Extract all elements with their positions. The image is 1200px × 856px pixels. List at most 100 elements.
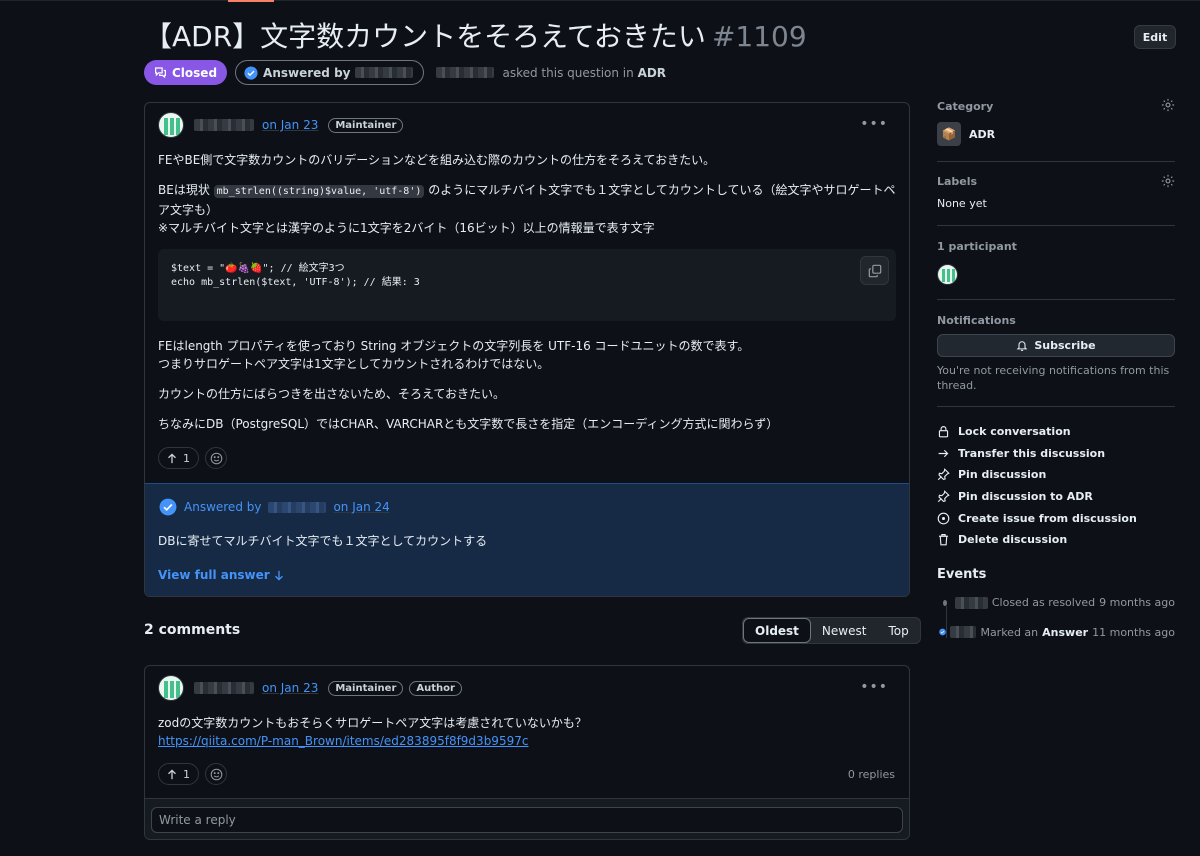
add-reaction-button[interactable] [205, 763, 227, 785]
check-circle-icon [939, 628, 946, 636]
smiley-icon [210, 452, 222, 464]
discussion-header: 【ADR】文字数カウントをそろえておきたい #1109 Edit [144, 18, 1176, 58]
answered-badge[interactable]: Answered by [235, 60, 425, 85]
reaction-row: 1 [158, 763, 227, 785]
redacted-username[interactable] [194, 682, 254, 694]
paragraph: FEはlength プロパティを使っており String オブジェクトの文字列長… [158, 339, 750, 371]
answer-header: Answered by on Jan 24 [159, 498, 390, 516]
check-circle-icon [244, 65, 258, 80]
redacted-username[interactable] [436, 67, 495, 78]
sidebar-category: Category 📦 ADR [937, 97, 1175, 162]
upvote-button[interactable]: 1 [158, 763, 199, 785]
paragraph: カウントの仕方にばらつきを出さないため、そろえておきたい。 [158, 387, 506, 401]
pin-discussion-to-category-action[interactable]: Pin discussion to ADR [937, 486, 1175, 508]
events-timeline: Closed as resolved 9 months ago Marked a… [937, 596, 1175, 639]
redacted-username[interactable] [954, 596, 988, 609]
subscribe-button[interactable]: Subscribe [937, 334, 1175, 357]
answer-date[interactable]: on Jan 24 [333, 500, 389, 514]
inline-code: mb_strlen((string)$value, 'utf-8') [213, 185, 425, 198]
paragraph: BEは現状 mb_strlen((string)$value, 'utf-8')… [158, 183, 896, 235]
lock-icon [938, 426, 949, 438]
paragraph: ちなみにDB（PostgreSQL）ではCHAR、VARCHARとも文字数で長さ… [158, 417, 779, 431]
event-item: Marked an Answer 11 months ago [937, 625, 1175, 639]
post-body: FEやBE側で文字数カウントのバリデーションなどを組み込む際のカウントの仕方をそ… [158, 151, 896, 445]
answer-text: DBに寄せてマルチバイト文字でも１文字としてカウントする [158, 534, 488, 548]
participant-avatar[interactable] [937, 264, 958, 285]
edit-button[interactable]: Edit [1134, 25, 1176, 49]
sidebar-events: Events Closed as resolved 9 months ago M… [937, 567, 1175, 639]
discussion-closed-icon [155, 67, 166, 79]
reply-input[interactable] [151, 807, 903, 833]
reply-area [145, 798, 909, 839]
paragraph: FEやBE側で文字数カウントのバリデーションなどを組み込む際のカウントの仕方をそ… [158, 153, 716, 167]
sidebar-participants: 1 participant [937, 226, 1175, 300]
page-title: 【ADR】文字数カウントをそろえておきたい #1109 [144, 20, 807, 53]
replies-count: 0 replies [847, 768, 895, 781]
copy-button[interactable] [860, 256, 889, 285]
issue-opened-icon [937, 512, 950, 525]
arrow-up-icon [168, 768, 176, 779]
top-border [0, 0, 1200, 1]
bell-icon [1016, 341, 1028, 351]
discussion-post: on Jan 23 Maintainer ••• FEやBE側で文字数カウントの… [144, 102, 910, 597]
discussion-meta: Closed Answered by asked this question i… [144, 60, 666, 85]
comment-header: on Jan 23 Maintainer Author ••• [158, 674, 896, 702]
check-circle-icon [159, 498, 177, 516]
comment-link[interactable]: https://qiita.com/P-man_Brown/items/ed28… [158, 734, 528, 748]
active-tab-indicator [228, 0, 274, 2]
code-block: $text = "🍅🍇🍓"; // 絵文字3つ echo mb_strlen($… [158, 249, 896, 321]
event-dot-icon [943, 599, 947, 606]
gear-icon[interactable] [1161, 174, 1175, 188]
comment-body: zodの文字数カウントもおそらくサロゲートペア文字は考慮されていないかも？ ht… [158, 716, 587, 748]
reaction-row: 1 [158, 447, 227, 469]
delete-discussion-action[interactable]: Delete discussion [937, 529, 1175, 551]
sidebar: Category 📦 ADR Labels None yet 1 partici… [937, 97, 1175, 639]
redacted-username [355, 67, 414, 78]
sidebar-labels: Labels None yet [937, 162, 1175, 226]
arrow-up-icon [168, 452, 176, 463]
event-item: Closed as resolved 9 months ago [937, 596, 1175, 609]
post-header: on Jan 23 Maintainer ••• [158, 111, 896, 139]
sort-oldest[interactable]: Oldest [743, 618, 811, 643]
avatar[interactable] [158, 112, 184, 138]
arrow-right-icon [938, 449, 949, 458]
transfer-discussion-action[interactable]: Transfer this discussion [937, 443, 1175, 465]
answer-section: Answered by on Jan 24 DBに寄せてマルチバイト文字でも１文… [145, 483, 909, 596]
lock-conversation-action[interactable]: Lock conversation [937, 421, 1175, 443]
avatar[interactable] [158, 675, 184, 701]
sort-top[interactable]: Top [877, 618, 919, 643]
redacted-username[interactable] [950, 626, 977, 638]
copy-icon [868, 264, 881, 277]
author-badge: Author [409, 680, 462, 696]
smiley-icon [210, 768, 222, 780]
category-item[interactable]: 📦 ADR [937, 122, 1175, 146]
sort-newest[interactable]: Newest [811, 618, 878, 643]
category-emoji-icon: 📦 [937, 122, 961, 146]
pin-discussion-action[interactable]: Pin discussion [937, 464, 1175, 486]
comment-date[interactable]: on Jan 23 [262, 681, 318, 695]
category-link[interactable]: ADR [638, 66, 667, 80]
view-full-answer-link[interactable]: View full answer [158, 568, 284, 582]
arrow-down-icon [274, 570, 283, 581]
redacted-username[interactable] [268, 501, 327, 513]
asked-text: asked this question in ADR [502, 65, 667, 80]
maintainer-badge: Maintainer [328, 117, 404, 133]
upvote-button[interactable]: 1 [158, 447, 199, 469]
comments-count: 2 comments [144, 622, 241, 638]
status-badge: Closed [144, 60, 228, 85]
sort-toggle: Oldest Newest Top [742, 617, 921, 644]
kebab-horizontal-icon[interactable]: ••• [860, 679, 888, 695]
sidebar-actions: Lock conversation Transfer this discussi… [937, 407, 1175, 563]
redacted-username[interactable] [194, 119, 254, 131]
pin-icon [937, 468, 950, 481]
sidebar-notifications: Notifications Subscribe You're not recei… [937, 300, 1175, 407]
pin-icon [937, 490, 950, 503]
post-date[interactable]: on Jan 23 [262, 118, 318, 132]
add-reaction-button[interactable] [205, 447, 227, 469]
maintainer-badge: Maintainer [328, 680, 404, 696]
trash-icon [939, 534, 948, 546]
discussion-number: #1109 [711, 20, 807, 53]
create-issue-action[interactable]: Create issue from discussion [937, 507, 1175, 529]
kebab-horizontal-icon[interactable]: ••• [860, 116, 888, 132]
gear-icon[interactable] [1161, 98, 1175, 112]
